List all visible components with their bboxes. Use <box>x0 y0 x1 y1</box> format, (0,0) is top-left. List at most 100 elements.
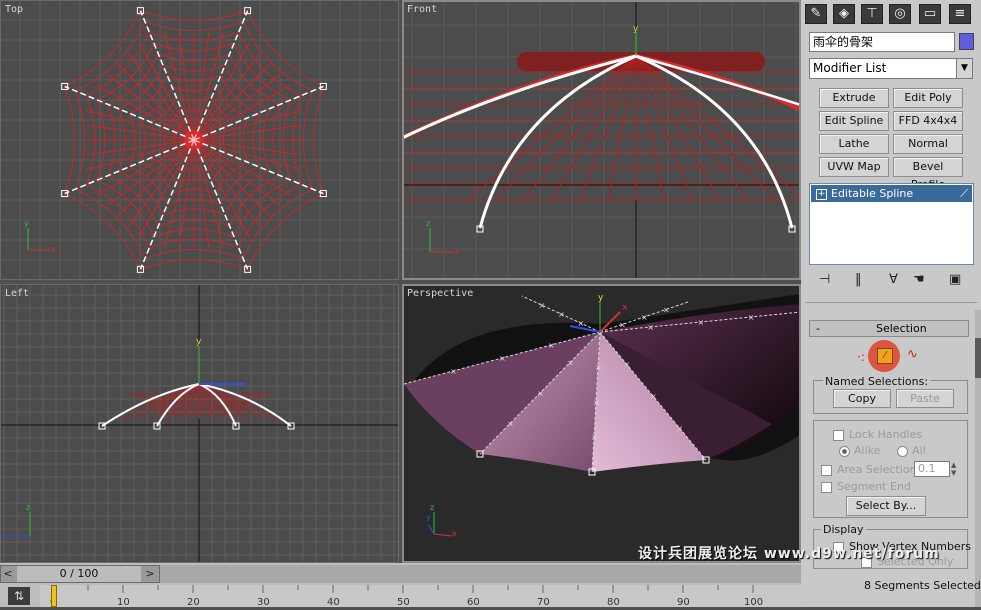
viewport-label-top[interactable]: Top <box>5 4 23 15</box>
track-tick-label: 70 <box>537 597 550 607</box>
time-slider[interactable]: < 0 / 100 > <box>0 565 160 583</box>
viewport-perspective[interactable]: × × × × × × × × × × × × × × × × × × × × × y x z x y Perspectiv… <box>402 284 801 563</box>
selection-rollout-header[interactable]: - Selection <box>809 320 969 337</box>
pin-stack-icon[interactable]: ⊣ <box>819 272 830 287</box>
track-tick-label: 60 <box>467 597 480 607</box>
svg-text:×: × <box>558 310 565 319</box>
bevel-profile-button[interactable]: Bevel Profile <box>893 157 963 191</box>
svg-text:×: × <box>650 392 657 401</box>
track-tick-label: 10 <box>117 597 130 607</box>
area-selection-input[interactable]: 0.1 <box>914 461 950 477</box>
copy-button[interactable]: Copy <box>833 389 891 408</box>
light-bulb-icon[interactable]: ⟋ <box>960 185 968 202</box>
lathe-button[interactable]: Lathe <box>819 134 889 154</box>
modify-icon[interactable]: ◈ <box>833 4 855 24</box>
normal-button[interactable]: Normal <box>893 134 963 154</box>
expand-icon[interactable]: + <box>816 188 827 200</box>
motion-icon[interactable]: ◎ <box>889 4 911 24</box>
svg-text:×: × <box>537 389 544 398</box>
viewport-label-perspective[interactable]: Perspective <box>407 288 473 299</box>
top-view-canvas: y x <box>0 0 399 280</box>
viewport-front[interactable]: y z x Front <box>402 0 801 280</box>
modifier-list-dropdown[interactable]: Modifier List ▼ <box>809 58 973 79</box>
stack-item[interactable]: + Editable Spline ⟋ <box>811 185 972 202</box>
segment-level-icon[interactable]: ⁄ <box>877 348 893 364</box>
make-unique-icon[interactable]: ∀ <box>889 272 898 287</box>
svg-text:x: x <box>452 529 457 538</box>
next-frame-button[interactable]: > <box>143 566 157 582</box>
panel-scrollbar-thumb[interactable] <box>975 338 981 378</box>
svg-text:×: × <box>641 313 648 322</box>
svg-text:×: × <box>748 313 755 322</box>
track-bar[interactable]: 0102030405060708090100 <box>40 585 801 608</box>
selection-rollout-title: Selection <box>876 322 927 335</box>
uvw-map-button[interactable]: UVW Map <box>819 157 889 177</box>
paste-button[interactable]: Paste <box>896 389 954 408</box>
create-icon[interactable]: ✎ <box>805 4 827 24</box>
svg-text:×: × <box>619 321 626 330</box>
all-radio[interactable]: All <box>897 444 926 457</box>
chevron-down-icon[interactable]: ▼ <box>956 59 972 78</box>
frame-counter[interactable]: 0 / 100 <box>17 566 141 582</box>
utilities-icon[interactable]: ≡ <box>949 4 971 24</box>
viewport-label-left[interactable]: Left <box>5 288 29 299</box>
svg-text:×: × <box>567 359 574 368</box>
track-tick-label: 50 <box>397 597 410 607</box>
extrude-button[interactable]: Extrude <box>819 88 889 108</box>
mini-curve-editor-icon[interactable]: ⇅ <box>8 587 30 605</box>
svg-text:×: × <box>663 306 670 315</box>
object-name-field[interactable]: 雨伞的骨架 <box>809 32 955 52</box>
hierarchy-icon[interactable]: ⊤ <box>861 4 883 24</box>
edit-poly-button[interactable]: Edit Poly <box>893 88 963 108</box>
lock-handles-label: Lock Handles <box>849 428 923 441</box>
vertex-level-icon[interactable]: ·: <box>857 350 865 364</box>
time-marker[interactable] <box>51 585 57 607</box>
segment-end-checkbox[interactable]: Segment End <box>821 480 911 493</box>
track-tick-label: 20 <box>187 597 200 607</box>
track-tick-label: 100 <box>744 597 763 607</box>
edit-spline-button[interactable]: Edit Spline <box>819 111 889 131</box>
modifier-stack[interactable]: + Editable Spline ⟋ <box>809 183 974 265</box>
area-selection-label: Area Selection: <box>837 463 921 476</box>
ffd-button[interactable]: FFD 4x4x4 <box>893 111 963 131</box>
perspective-view-canvas: ×××××××××××××××××××××yx z x y <box>403 293 801 538</box>
svg-text:y: y <box>196 337 202 347</box>
svg-text:z: z <box>426 219 430 228</box>
svg-text:z: z <box>26 503 30 512</box>
viewport-label-front[interactable]: Front <box>407 4 437 15</box>
configure-sets-icon[interactable]: ▣ <box>949 272 961 287</box>
prev-frame-button[interactable]: < <box>1 566 15 582</box>
svg-text:×: × <box>698 318 705 327</box>
remove-modifier-icon[interactable]: ☚ <box>913 272 925 287</box>
select-by-button[interactable]: Select By... <box>846 496 926 516</box>
display-label: Display <box>821 523 866 536</box>
svg-text:x: x <box>51 245 56 254</box>
spinner-icon[interactable]: ▲ ▼ <box>951 461 960 477</box>
panel-scrollbar[interactable] <box>975 310 981 607</box>
lock-handles-checkbox[interactable]: Lock Handles <box>833 428 922 441</box>
svg-text:y: y <box>4 532 9 541</box>
display-icon[interactable]: ▭ <box>919 4 941 24</box>
object-color-swatch[interactable] <box>959 33 974 50</box>
svg-text:×: × <box>647 323 654 332</box>
collapse-icon: - <box>816 322 820 335</box>
left-view-canvas: y z y <box>0 284 399 563</box>
svg-text:×: × <box>450 367 457 376</box>
svg-text:×: × <box>593 398 600 407</box>
alike-radio[interactable]: Alike <box>839 444 880 457</box>
area-selection-checkbox[interactable]: Area Selection: <box>821 463 920 476</box>
front-view-canvas: y z x <box>402 0 801 280</box>
svg-text:×: × <box>507 420 514 429</box>
svg-text:y: y <box>633 24 639 34</box>
svg-text:y: y <box>24 219 29 228</box>
show-end-result-icon[interactable]: ‖ <box>855 272 862 287</box>
svg-text:x: x <box>455 247 460 256</box>
viewport-left[interactable]: y z y Left <box>0 284 399 563</box>
spline-level-icon[interactable]: ∿ <box>907 347 918 362</box>
timeline: < 0 / 100 > ⇅ 0102030405060708090100 <box>0 563 801 608</box>
viewport-top[interactable]: y x Top <box>0 0 399 280</box>
svg-text:×: × <box>499 354 506 363</box>
named-selections-label: Named Selections: <box>823 375 931 388</box>
svg-text:×: × <box>548 341 555 350</box>
svg-text:z: z <box>430 503 434 512</box>
